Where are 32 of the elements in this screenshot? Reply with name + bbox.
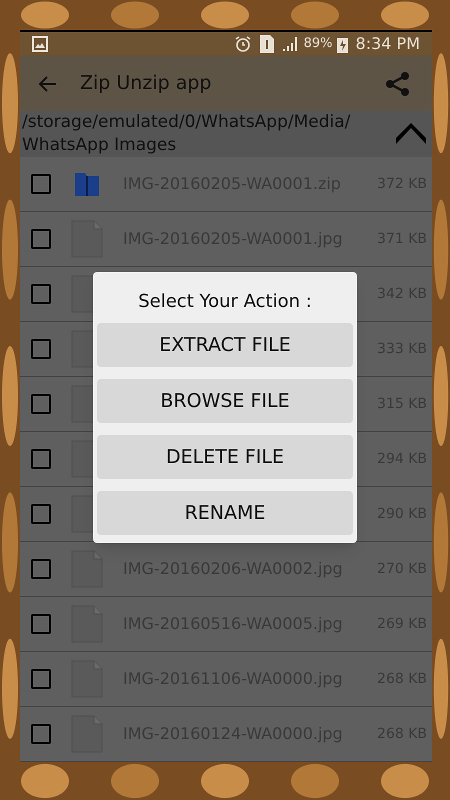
image-icon	[32, 36, 48, 52]
checkbox[interactable]	[31, 724, 51, 744]
checkbox[interactable]	[31, 559, 51, 579]
sim-card-icon	[260, 35, 274, 53]
checkbox[interactable]	[31, 229, 51, 249]
file-icon	[71, 220, 103, 258]
checkbox[interactable]	[31, 174, 51, 194]
file-icon	[71, 715, 103, 753]
action-button[interactable]: RENAME	[97, 491, 353, 535]
action-button[interactable]: EXTRACT FILE	[97, 323, 353, 367]
app-title: Zip Unzip app	[80, 71, 212, 96]
file-icon	[71, 550, 103, 588]
share-button[interactable]	[384, 70, 412, 98]
action-button[interactable]: DELETE FILE	[97, 435, 353, 479]
checkbox[interactable]	[31, 449, 51, 469]
file-icon	[71, 660, 103, 698]
file-icon	[71, 605, 103, 643]
checkbox[interactable]	[31, 614, 51, 634]
signal-icon	[282, 36, 300, 52]
action-button[interactable]: BROWSE FILE	[97, 379, 353, 423]
checkbox[interactable]	[31, 339, 51, 359]
battery-percent: 89%	[304, 35, 333, 54]
checkbox[interactable]	[31, 284, 51, 304]
alarm-icon	[234, 35, 252, 53]
dialog-title: Select Your Action :	[137, 290, 313, 314]
battery-charging-icon	[336, 36, 348, 52]
checkbox[interactable]	[31, 394, 51, 414]
folder-path: /storage/emulated/0/WhatsApp/Media/ WhatsApp Images	[22, 111, 352, 157]
checkbox[interactable]	[31, 504, 51, 524]
folder-icon	[74, 171, 100, 197]
checkbox[interactable]	[31, 669, 51, 689]
clock: 8:34 PM	[356, 33, 420, 55]
